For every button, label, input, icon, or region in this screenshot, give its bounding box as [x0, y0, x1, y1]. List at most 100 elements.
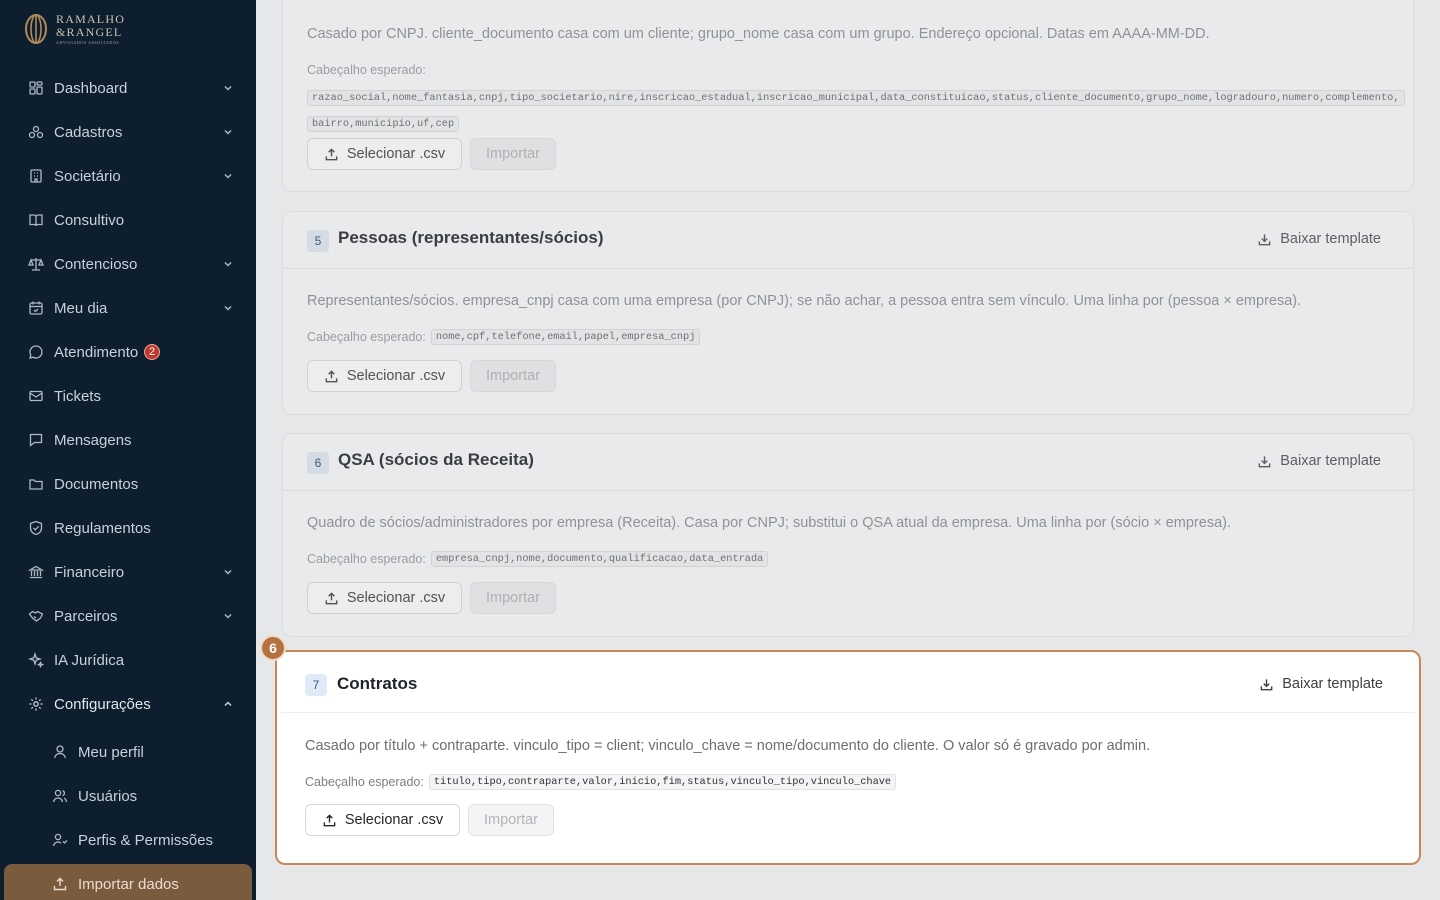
sidebar-item-contencioso[interactable]: Contencioso	[0, 246, 256, 282]
select-csv-button[interactable]: Selecionar .csv	[305, 804, 460, 836]
sidebar-item-mensagens[interactable]: Mensagens	[0, 422, 256, 458]
card-header: 7 Contratos Baixar template	[281, 656, 1415, 713]
card-description: Quadro de sócios/administradores por emp…	[307, 515, 1231, 531]
sidebar-item-consultivo[interactable]: Consultivo	[0, 202, 256, 238]
upload-icon	[323, 813, 336, 826]
card-header: 6 QSA (sócios da Receita) Baixar templat…	[283, 434, 1413, 491]
card-description: Casado por CNPJ. cliente_documento casa …	[307, 26, 1210, 42]
sidebar-item-label: Societário	[54, 167, 121, 185]
upload-icon	[53, 877, 67, 891]
download-template-button[interactable]: Baixar template	[1257, 453, 1381, 469]
sidebar-item-label: Cadastros	[54, 123, 123, 141]
download-template-button[interactable]: Baixar template	[1259, 676, 1383, 692]
import-label: Importar	[486, 146, 540, 162]
sidebar-item-label: Meu dia	[54, 299, 108, 317]
sidebar-item-label: Dashboard	[54, 79, 128, 97]
select-csv-label: Selecionar .csv	[346, 368, 446, 384]
user-icon	[53, 745, 67, 759]
sidebar-subitem-importar-dados[interactable]: Importar dados	[4, 864, 252, 900]
import-card-pessoas: 5 Pessoas (representantes/sócios) Baixar…	[282, 211, 1414, 415]
sidebar-item-dashboard[interactable]: Dashboard	[0, 70, 256, 106]
book-icon	[29, 214, 43, 227]
card-title: QSA (sócios da Receita)	[338, 450, 534, 469]
header-fields-code: nome,cpf,telefone,email,papel,empresa_cn…	[430, 329, 701, 345]
expected-header-label: Cabeçalho esperado:	[307, 330, 426, 344]
sidebar-item-meu-dia[interactable]: Meu dia	[0, 290, 256, 326]
sidebar-item-label: Configurações	[54, 695, 151, 713]
expected-header: Cabeçalho esperado: nome,cpf,telefone,em…	[307, 329, 701, 345]
download-icon	[1260, 678, 1273, 690]
sidebar-subitem-usuarios[interactable]: Usuários	[0, 778, 256, 814]
sidebar-item-parceiros[interactable]: Parceiros	[0, 598, 256, 634]
dashboard-icon	[29, 81, 43, 95]
sidebar-item-label: Perfis & Permissões	[78, 831, 214, 849]
scale-icon	[28, 258, 44, 271]
sidebar-item-label: Contencioso	[54, 255, 138, 273]
sidebar-subitem-perfis-permissoes[interactable]: Perfis & Permissões	[0, 822, 256, 858]
import-button[interactable]: Importar	[468, 804, 554, 836]
import-card-empresas: Casado por CNPJ. cliente_documento casa …	[282, 0, 1414, 192]
expected-header-label: Cabeçalho esperado:	[307, 552, 426, 566]
sidebar-item-label: Regulamentos	[54, 519, 151, 537]
shield-icon	[29, 520, 43, 536]
sidebar-item-documentos[interactable]: Documentos	[0, 466, 256, 502]
header-fields-code: razao_social,nome_fantasia,cnpj,tipo_soc…	[307, 90, 1405, 106]
chevron-down-icon	[224, 85, 232, 91]
select-csv-label: Selecionar .csv	[346, 146, 446, 162]
sidebar-item-label: Meu perfil	[78, 743, 144, 761]
select-csv-button[interactable]: Selecionar .csv	[307, 360, 462, 392]
sidebar-subitem-meu-perfil[interactable]: Meu perfil	[0, 734, 256, 770]
sidebar-item-label: Mensagens	[54, 431, 132, 449]
expected-header-label: Cabeçalho esperado:	[305, 775, 424, 789]
import-button[interactable]: Importar	[470, 138, 556, 170]
import-button[interactable]: Importar	[470, 360, 556, 392]
card-description: Representantes/sócios. empresa_cnpj casa…	[307, 293, 1302, 309]
expected-header: Cabeçalho esperado: titulo,tipo,contrapa…	[305, 774, 897, 790]
chevron-down-icon	[224, 129, 232, 135]
sidebar-item-configuracoes[interactable]: Configurações	[0, 686, 256, 722]
sparkle-icon	[28, 652, 44, 668]
download-template-button[interactable]: Baixar template	[1257, 231, 1381, 247]
brand-line-1: RAMALHO	[56, 12, 126, 26]
select-csv-label: Selecionar .csv	[346, 590, 446, 606]
chevron-up-icon	[224, 701, 232, 707]
select-csv-button[interactable]: Selecionar .csv	[307, 138, 462, 170]
sidebar-item-label: Atendimento	[54, 343, 139, 361]
sidebar-item-label: Parceiros	[54, 607, 118, 625]
sidebar-item-tickets[interactable]: Tickets	[0, 378, 256, 414]
sidebar-item-regulamentos[interactable]: Regulamentos	[0, 510, 256, 546]
sidebar: RAMALHO &RANGEL ADVOGADOS ASSOCIADOS Das…	[0, 0, 256, 900]
expected-header-fields: razao_social,nome_fantasia,cnpj,tipo_soc…	[307, 84, 1405, 136]
bank-icon	[28, 565, 44, 579]
import-card-contratos: 7 Contratos Baixar template Casado por t…	[275, 650, 1421, 865]
sidebar-item-atendimento[interactable]: Atendimento 2	[0, 334, 256, 370]
brand-line-3: ADVOGADOS ASSOCIADOS	[56, 40, 120, 45]
sidebar-item-societario[interactable]: Societário	[0, 158, 256, 194]
folder-icon	[29, 479, 43, 490]
header-fields-code: bairro,municipio,uf,cep	[307, 116, 460, 132]
logo-mark-icon	[25, 14, 47, 44]
download-icon	[1258, 233, 1271, 245]
sidebar-item-label: Financeiro	[54, 563, 125, 581]
chevron-down-icon	[224, 305, 232, 311]
download-template-label: Baixar template	[1282, 676, 1383, 692]
sidebar-item-label: IA Jurídica	[54, 651, 125, 669]
user-key-icon	[52, 833, 68, 847]
handshake-icon	[28, 610, 44, 622]
upload-icon	[325, 369, 338, 382]
chevron-down-icon	[224, 173, 232, 179]
select-csv-button[interactable]: Selecionar .csv	[307, 582, 462, 614]
chevron-down-icon	[224, 613, 232, 619]
cadastros-icon	[28, 125, 44, 139]
chat-icon	[29, 345, 43, 359]
tour-step-badge: 6	[260, 635, 286, 661]
upload-icon	[325, 147, 338, 160]
header-fields-code: titulo,tipo,contraparte,valor,inicio,fim…	[428, 774, 897, 790]
brand-logo[interactable]: RAMALHO &RANGEL ADVOGADOS ASSOCIADOS	[24, 13, 125, 45]
sidebar-item-ia-juridica[interactable]: IA Jurídica	[0, 642, 256, 678]
chevron-down-icon	[224, 569, 232, 575]
sidebar-item-financeiro[interactable]: Financeiro	[0, 554, 256, 590]
sidebar-item-cadastros[interactable]: Cadastros	[0, 114, 256, 150]
building-icon	[30, 169, 42, 183]
import-button[interactable]: Importar	[470, 582, 556, 614]
